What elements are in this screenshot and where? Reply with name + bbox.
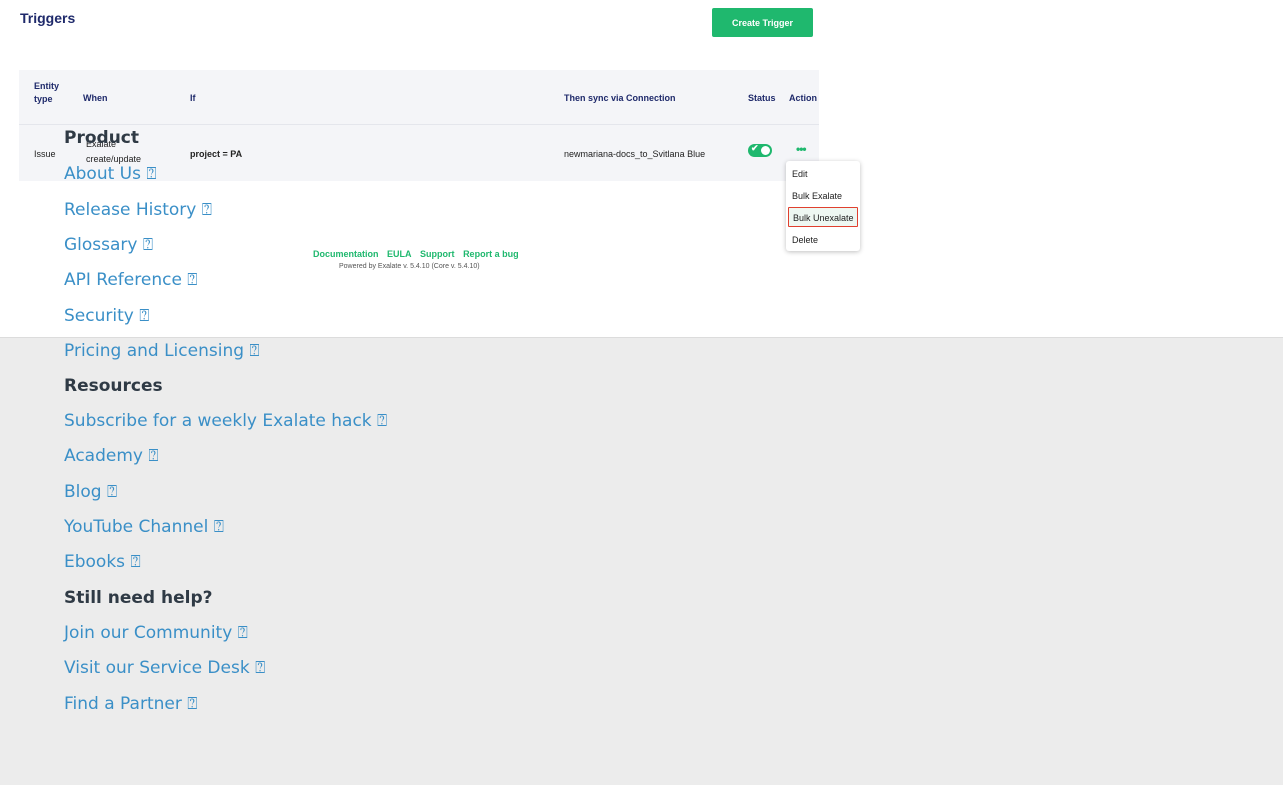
- link-security[interactable]: Security ⍰: [64, 306, 149, 326]
- footer-link-report-bug[interactable]: Report a bug: [463, 249, 519, 259]
- footer-link-eula[interactable]: EULA: [387, 249, 412, 259]
- connection-cell: newmariana-docs_to_Svitlana Blue: [564, 149, 706, 159]
- link-youtube[interactable]: YouTube Channel ⍰: [64, 517, 224, 537]
- column-header-status[interactable]: Status: [748, 93, 776, 103]
- link-about-us[interactable]: About Us ⍰: [64, 164, 157, 184]
- more-actions-icon[interactable]: •••: [796, 142, 807, 156]
- when-cell-line2: create/update: [86, 154, 142, 164]
- toggle-knob: [761, 146, 770, 155]
- link-release-history[interactable]: Release History ⍰: [64, 200, 212, 220]
- column-header-if[interactable]: If: [190, 93, 196, 103]
- if-cell: project = PA: [190, 149, 243, 159]
- resources-heading: Resources: [64, 376, 163, 396]
- link-academy[interactable]: Academy ⍰: [64, 446, 159, 466]
- link-find-partner[interactable]: Find a Partner ⍰: [64, 694, 197, 714]
- footer-link-support[interactable]: Support: [420, 249, 455, 259]
- status-toggle[interactable]: ✔: [748, 143, 772, 157]
- link-ebooks[interactable]: Ebooks ⍰: [64, 552, 141, 572]
- menu-item-edit[interactable]: Edit: [792, 169, 808, 179]
- column-header-when[interactable]: When: [83, 93, 108, 103]
- link-community[interactable]: Join our Community ⍰: [64, 623, 248, 643]
- footer-links: Documentation EULA Support Report a bug: [313, 249, 525, 259]
- menu-item-bulk-unexalate[interactable]: Bulk Unexalate: [788, 207, 858, 227]
- product-heading: Product: [64, 128, 139, 148]
- action-menu: Edit Bulk Exalate Bulk Unexalate Delete: [786, 161, 860, 251]
- menu-item-bulk-exalate[interactable]: Bulk Exalate: [792, 191, 842, 201]
- link-pricing-licensing[interactable]: Pricing and Licensing ⍰: [64, 341, 260, 361]
- link-blog[interactable]: Blog ⍰: [64, 482, 117, 502]
- entity-type-cell: Issue: [34, 149, 56, 159]
- column-header-entity-type[interactable]: Entity type: [34, 80, 64, 106]
- column-header-connection[interactable]: Then sync via Connection: [564, 93, 676, 103]
- link-weekly-hack[interactable]: Subscribe for a weekly Exalate hack ⍰: [64, 411, 387, 431]
- link-service-desk[interactable]: Visit our Service Desk ⍰: [64, 658, 265, 678]
- create-trigger-button[interactable]: Create Trigger: [712, 8, 813, 37]
- link-glossary[interactable]: Glossary ⍰: [64, 235, 153, 255]
- page-title: Triggers: [20, 10, 76, 26]
- help-heading: Still need help?: [64, 588, 213, 608]
- footer-link-documentation[interactable]: Documentation: [313, 249, 379, 259]
- check-icon: ✔: [751, 143, 759, 153]
- table-header: Entity type When If Then sync via Connec…: [19, 70, 819, 125]
- powered-by-text: Powered by Exalate v. 5.4.10 (Core v. 5.…: [339, 263, 480, 270]
- link-api-reference[interactable]: API Reference ⍰: [64, 270, 198, 290]
- menu-item-delete[interactable]: Delete: [792, 235, 818, 245]
- column-header-action[interactable]: Action: [789, 93, 817, 103]
